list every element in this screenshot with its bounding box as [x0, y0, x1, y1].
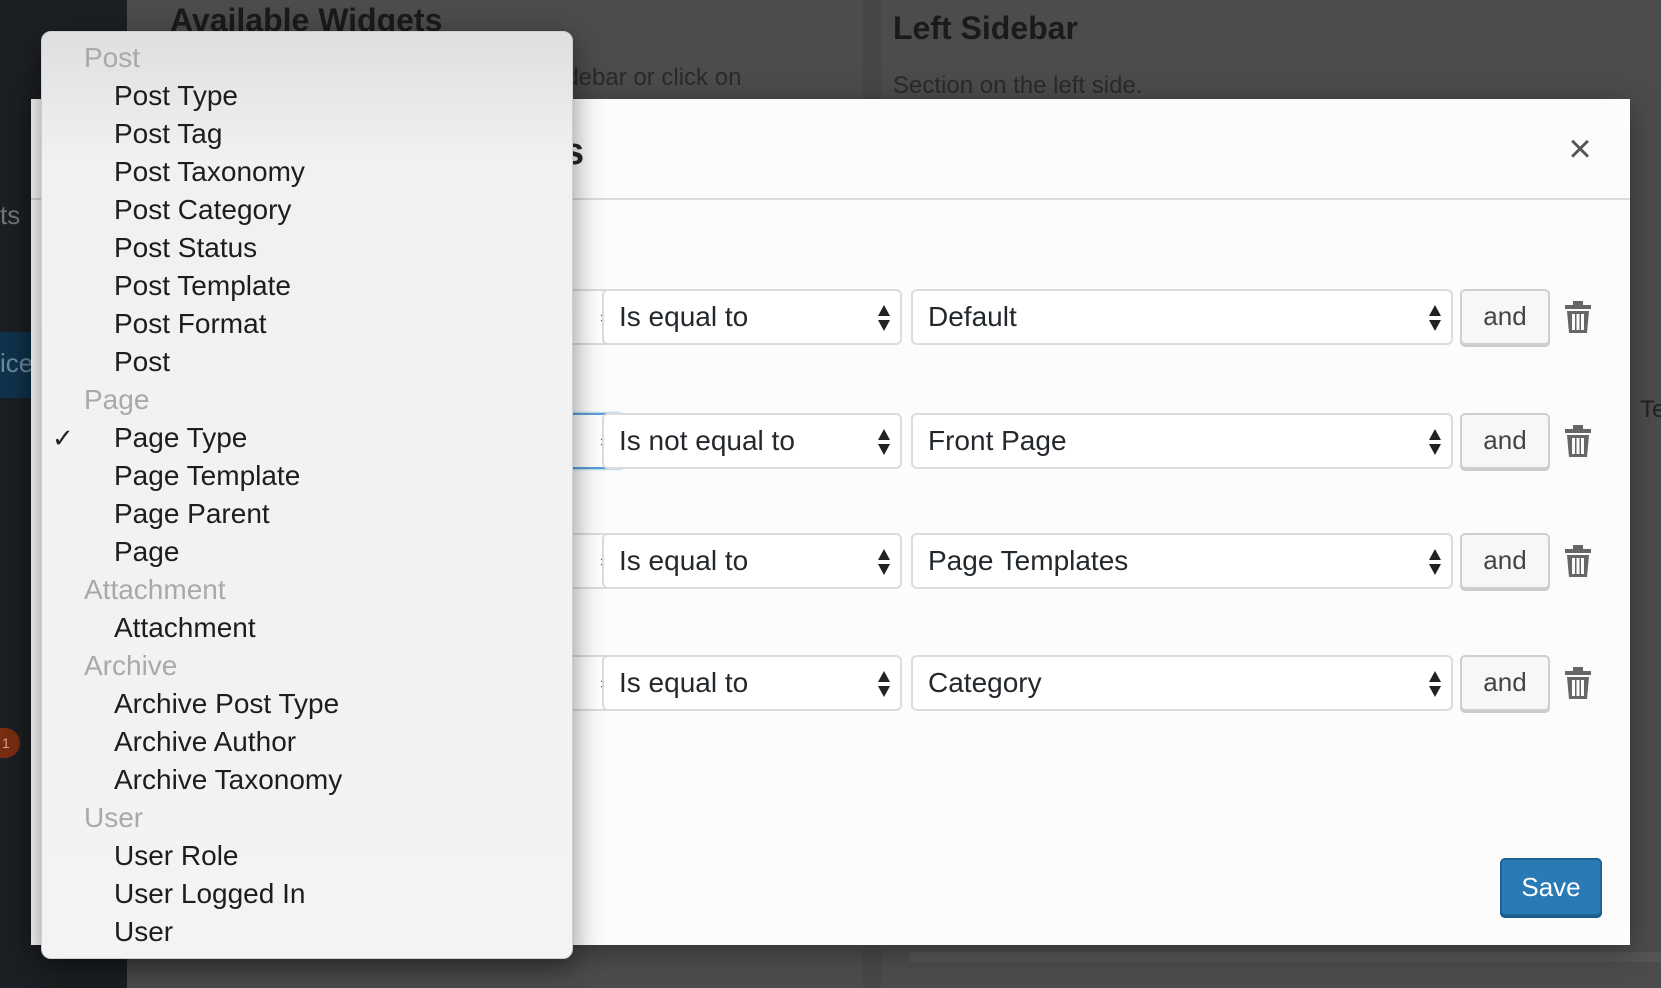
trash-icon[interactable]: [1565, 301, 1591, 333]
left-sidebar-heading: Left Sidebar: [893, 10, 1078, 46]
dropdown-option-post-template[interactable]: Post Template: [42, 267, 572, 305]
select-arrows-icon: [878, 429, 890, 455]
left-sidebar-description: Section on the left side.: [893, 72, 1143, 99]
dropdown-option-page-type[interactable]: Page Type ✓: [42, 419, 572, 457]
trash-icon[interactable]: [1565, 667, 1591, 699]
dropdown-item-label: Page Template: [114, 460, 301, 491]
right-stub-text: Te: [1640, 396, 1661, 423]
available-widgets-description: idebar or click on: [560, 64, 742, 91]
dropdown-option-page[interactable]: Page: [42, 533, 572, 571]
condition-value-select[interactable]: Page Templates: [911, 533, 1453, 589]
dropdown-item-label: Post Category: [114, 194, 292, 225]
dropdown-item-label: Page Type: [114, 422, 248, 453]
dropdown-item-label: Archive: [84, 650, 178, 681]
dropdown-item-label: Page Parent: [114, 498, 270, 529]
dropdown-option-post-type[interactable]: Post Type: [42, 77, 572, 115]
dropdown-item-label: Post Taxonomy: [114, 156, 305, 187]
operator-value: Is equal to: [619, 301, 749, 332]
select-arrows-icon: [1429, 671, 1441, 697]
dropdown-item-label: Post Format: [114, 308, 267, 339]
dropdown-item-label: Archive Taxonomy: [114, 764, 343, 795]
dropdown-option-user-logged-in[interactable]: User Logged In: [42, 875, 572, 913]
dropdown-option-archive-post-type[interactable]: Archive Post Type: [42, 685, 572, 723]
and-button[interactable]: and: [1460, 289, 1550, 345]
dropdown-item-label: Attachment: [84, 574, 226, 605]
dropdown-option-post-taxonomy[interactable]: Post Taxonomy: [42, 153, 572, 191]
dropdown-item-label: Post Status: [114, 232, 258, 263]
close-icon: ×: [1568, 127, 1592, 171]
dropdown-item-label: Post Template: [114, 270, 291, 301]
condition-type-dropdown-menu: Post Post Type Post Tag Post Taxonomy Post C…: [41, 31, 573, 959]
dropdown-option-page-template[interactable]: Page Template: [42, 457, 572, 495]
and-button[interactable]: and: [1460, 533, 1550, 589]
condition-operator-select[interactable]: Is equal to: [602, 533, 902, 589]
value-text: Default: [928, 301, 1017, 332]
condition-value-select[interactable]: Category: [911, 655, 1453, 711]
dropdown-item-label: Attachment: [114, 612, 256, 643]
operator-value: Is equal to: [619, 545, 749, 576]
dropdown-item-label: Archive Post Type: [114, 688, 340, 719]
operator-value: Is not equal to: [619, 425, 795, 456]
trash-icon[interactable]: [1565, 425, 1591, 457]
dropdown-option-post[interactable]: Post: [42, 343, 572, 381]
dropdown-option-archive-taxonomy[interactable]: Archive Taxonomy: [42, 761, 572, 799]
select-arrows-icon: [1429, 549, 1441, 575]
dropdown-option-post-tag[interactable]: Post Tag: [42, 115, 572, 153]
dropdown-option-archive-author[interactable]: Archive Author: [42, 723, 572, 761]
dropdown-option-user-role[interactable]: User Role: [42, 837, 572, 875]
dropdown-option-attachment[interactable]: Attachment: [42, 609, 572, 647]
dropdown-item-label: Page: [84, 384, 150, 415]
dropdown-group-post: Post: [42, 39, 572, 77]
trash-icon[interactable]: [1565, 545, 1591, 577]
dropdown-item-label: Post: [84, 42, 141, 73]
dropdown-item-label: Post: [114, 346, 171, 377]
value-text: Front Page: [928, 425, 1067, 456]
value-text: Category: [928, 667, 1042, 698]
condition-operator-select[interactable]: Is equal to: [602, 655, 902, 711]
condition-operator-select[interactable]: Is equal to: [602, 289, 902, 345]
dropdown-group-user: User: [42, 799, 572, 837]
dropdown-item-label: Post Type: [114, 80, 239, 111]
dropdown-option-post-status[interactable]: Post Status: [42, 229, 572, 267]
close-button[interactable]: ×: [1562, 129, 1598, 169]
dropdown-item-label: User Role: [114, 840, 239, 871]
checkmark-icon: ✓: [52, 423, 74, 453]
dropdown-item-label: Post Tag: [114, 118, 223, 149]
sidebar-widget-bar: [910, 952, 1661, 962]
dropdown-group-page: Page: [42, 381, 572, 419]
select-arrows-icon: [878, 549, 890, 575]
and-button[interactable]: and: [1460, 413, 1550, 469]
and-button[interactable]: and: [1460, 655, 1550, 711]
dropdown-group-attachment: Attachment: [42, 571, 572, 609]
operator-value: Is equal to: [619, 667, 749, 698]
value-text: Page Templates: [928, 545, 1129, 576]
dropdown-option-user[interactable]: User: [42, 913, 572, 951]
condition-value-select[interactable]: Default: [911, 289, 1453, 345]
dropdown-group-archive: Archive: [42, 647, 572, 685]
dropdown-item-label: User: [84, 802, 144, 833]
select-arrows-icon: [1429, 305, 1441, 331]
dropdown-item-label: Archive Author: [114, 726, 297, 757]
select-arrows-icon: [878, 305, 890, 331]
dropdown-option-post-category[interactable]: Post Category: [42, 191, 572, 229]
select-arrows-icon: [878, 671, 890, 697]
dropdown-option-page-parent[interactable]: Page Parent: [42, 495, 572, 533]
dropdown-item-label: User Logged In: [114, 878, 306, 909]
dropdown-item-label: User: [114, 916, 174, 947]
dropdown-item-label: Page: [114, 536, 180, 567]
condition-value-select[interactable]: Front Page: [911, 413, 1453, 469]
dropdown-option-post-format[interactable]: Post Format: [42, 305, 572, 343]
select-arrows-icon: [1429, 429, 1441, 455]
save-button[interactable]: Save: [1500, 858, 1602, 916]
condition-operator-select[interactable]: Is not equal to: [602, 413, 902, 469]
